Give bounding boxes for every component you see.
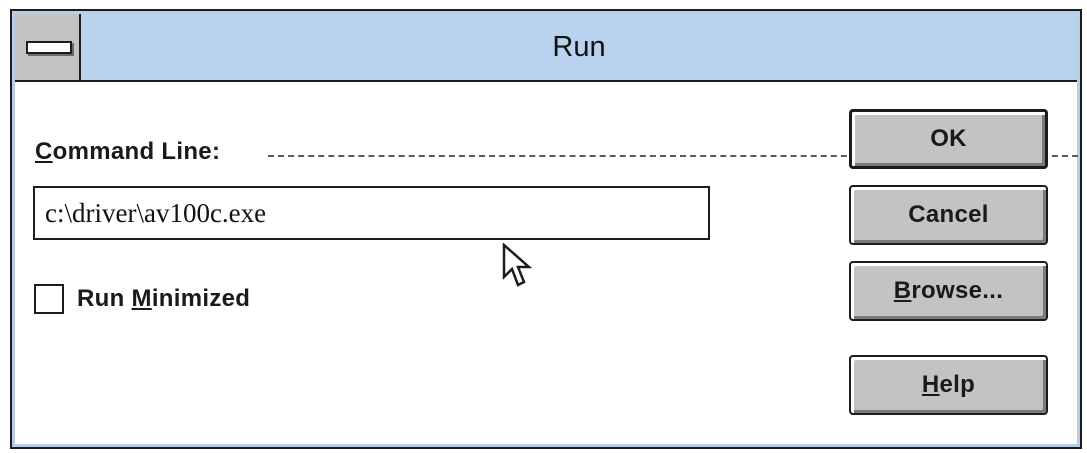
arrow-cursor-icon (502, 243, 532, 287)
help-mnemonic: H (921, 371, 940, 398)
run-dialog: Run Command Line: c:\driver\av100c.exe R… (10, 9, 1082, 449)
command-line-label-text: ommand Line: (52, 138, 221, 165)
run-minimized-label: Run Minimized (77, 285, 250, 313)
help-label-text: elp (939, 371, 976, 398)
cancel-button[interactable]: Cancel (849, 185, 1048, 245)
ok-button[interactable]: OK (849, 109, 1048, 169)
run-minimized-label-before: Run (77, 285, 132, 312)
command-line-input[interactable]: c:\driver\av100c.exe (33, 186, 710, 240)
run-minimized-label-after: inimized (151, 285, 251, 312)
help-button[interactable]: Help (849, 355, 1048, 415)
browse-mnemonic: B (893, 277, 912, 304)
command-line-mnemonic: C (35, 138, 53, 165)
browse-button[interactable]: Browse... (849, 261, 1048, 321)
system-menu-icon (26, 41, 72, 54)
run-minimized-mnemonic: M (131, 285, 152, 312)
run-minimized-option[interactable]: Run Minimized (34, 282, 250, 316)
run-minimized-checkbox[interactable] (34, 284, 64, 314)
system-menu-button[interactable] (15, 14, 81, 80)
title-bar[interactable]: Run (15, 14, 1077, 82)
window-title: Run (552, 31, 606, 63)
browse-label-text: rowse... (911, 277, 1004, 304)
command-line-label: Command Line: (35, 138, 220, 166)
